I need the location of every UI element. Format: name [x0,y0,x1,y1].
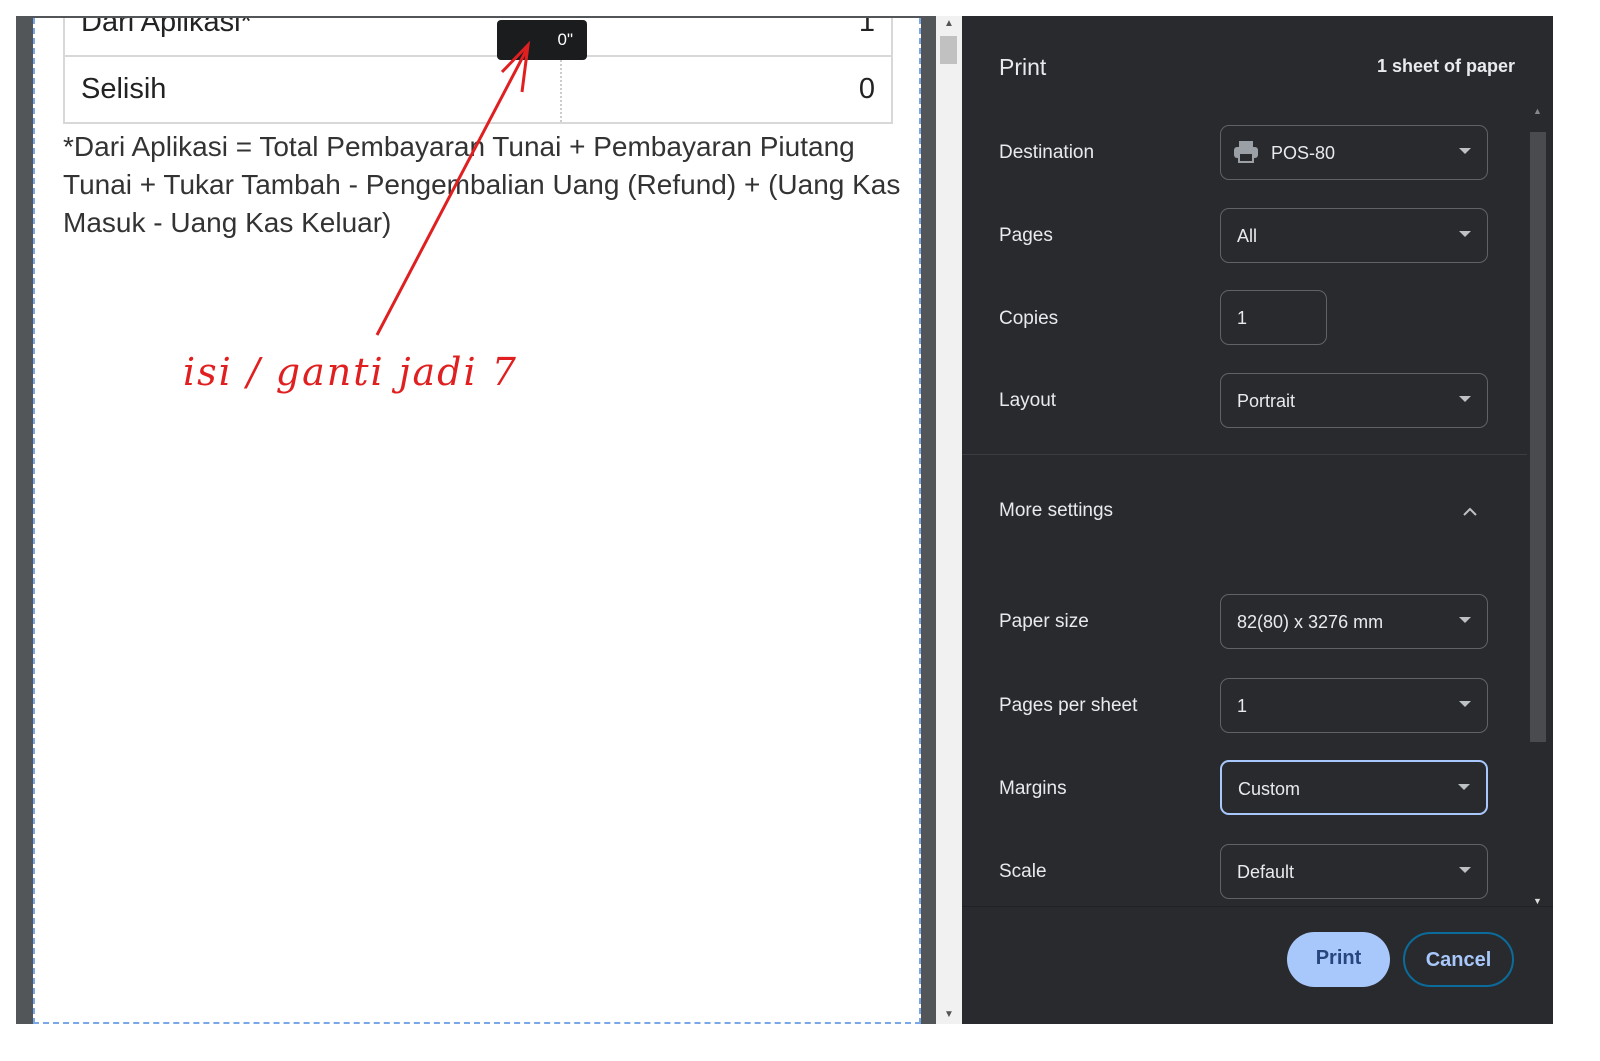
more-settings-toggle[interactable]: More settings [999,500,1113,522]
print-settings-panel: Print 1 sheet of paper Destination POS-8… [962,16,1553,1024]
paper-size-value: 82(80) x 3276 mm [1237,612,1384,632]
dropdown-caret-icon [1458,784,1470,790]
dialog-footer: Print Cancel [962,906,1553,1024]
margins-value: Custom [1238,779,1301,799]
pages-per-sheet-label: Pages per sheet [999,695,1138,716]
annotation-arrow [375,40,531,336]
pages-per-sheet-value: 1 [1237,696,1248,716]
layout-select[interactable]: Portrait [1220,373,1488,428]
layout-label: Layout [999,390,1057,411]
scale-value: Default [1237,862,1295,882]
dropdown-caret-icon [1459,867,1471,873]
panel-title: Print [999,54,1047,80]
pages-per-sheet-select[interactable]: 1 [1220,678,1488,733]
dropdown-caret-icon [1459,231,1471,237]
annotation-text: isi / ganti jadi 7 [183,350,518,394]
destination-select[interactable]: POS-80 [1220,125,1488,180]
pages-label: Pages [999,225,1053,246]
divider [962,454,1527,455]
copies-input[interactable]: 1 [1220,290,1327,345]
dropdown-caret-icon [1459,701,1471,707]
print-button[interactable]: Print [1287,932,1390,987]
printer-icon [1234,141,1258,163]
cancel-button[interactable]: Cancel [1403,932,1514,987]
destination-label: Destination [999,142,1095,163]
dropdown-caret-icon [1459,148,1471,154]
chevron-up-icon[interactable] [1462,505,1478,517]
margins-select[interactable]: Custom [1220,760,1488,815]
scale-select[interactable]: Default [1220,844,1488,899]
dropdown-caret-icon [1459,396,1471,402]
destination-value: POS-80 [1271,143,1336,163]
pages-select[interactable]: All [1220,208,1488,263]
margins-label: Margins [999,778,1067,799]
copies-value: 1 [1237,308,1248,328]
paper-size-label: Paper size [999,611,1089,632]
settings-scrollbar[interactable]: ▲ ▼ [1528,106,1548,906]
sheet-count: 1 sheet of paper [1376,56,1515,76]
layout-value: Portrait [1237,391,1296,411]
scale-label: Scale [999,861,1047,882]
paper-size-select[interactable]: 82(80) x 3276 mm [1220,594,1488,649]
pages-value: All [1237,226,1258,246]
copies-label: Copies [999,308,1059,329]
dropdown-caret-icon [1459,617,1471,623]
